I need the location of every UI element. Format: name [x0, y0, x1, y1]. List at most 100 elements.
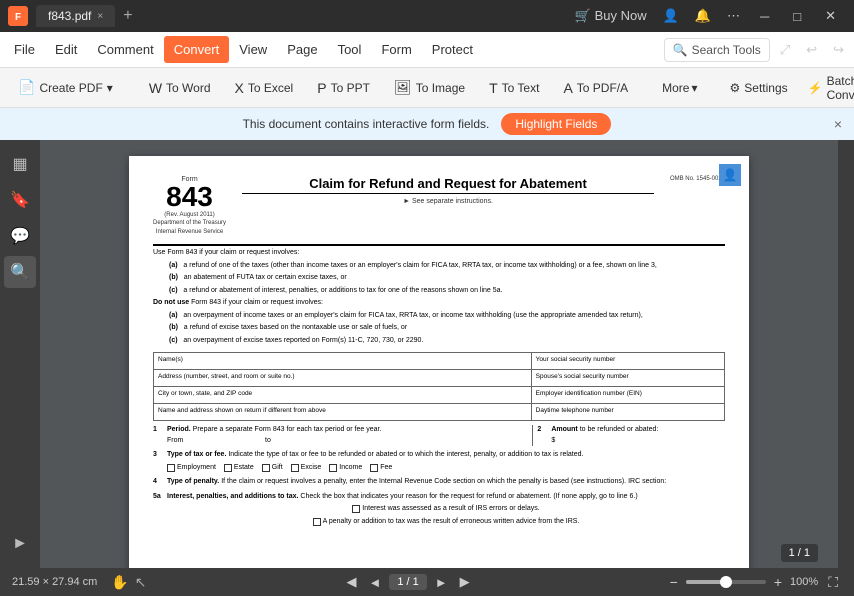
close-window-button[interactable]: ✕ [815, 4, 846, 28]
form-rev-date: (Rev. August 2011) [153, 211, 226, 219]
to-ppt-button[interactable]: P To PPT [307, 75, 380, 101]
field-spouse-ssn-label: Spouse's social security number [536, 373, 720, 380]
field-ein[interactable]: Employer identification number (EIN) [532, 387, 724, 403]
prev-page-button[interactable]: ◄ [365, 575, 386, 590]
sidebar-search-button[interactable]: 🔍 [4, 256, 36, 288]
field-daytime-phone[interactable]: Daytime telephone number [532, 404, 724, 420]
menu-edit[interactable]: Edit [45, 36, 87, 63]
page-overlay-text: 1 / 1 [789, 547, 810, 559]
batch-convert-button[interactable]: ⚡ Batch Conve... [800, 69, 854, 107]
field-name-return[interactable]: Name and address shown on return if diff… [154, 404, 532, 420]
search-tools-button[interactable]: 🔍 Search Tools [664, 38, 770, 62]
field-city[interactable]: City or town, state, and ZIP code [154, 387, 532, 403]
section-row-1-2: 1 Period. Prepare a separate Form 843 fo… [153, 425, 725, 446]
settings-label: Settings [744, 81, 787, 95]
notification-close-button[interactable]: × [834, 116, 842, 132]
checkbox-irs-errors[interactable]: Interest was assessed as a result of IRS… [352, 504, 539, 515]
next-page-button[interactable]: ► [431, 575, 452, 590]
checkbox-income[interactable]: Income [329, 463, 362, 474]
close-tab-button[interactable]: × [97, 11, 103, 22]
field-spouse-ssn[interactable]: Spouse's social security number [532, 370, 724, 386]
checkbox-erroneous-advice[interactable]: A penalty or addition to tax was the res… [313, 517, 580, 528]
more-button[interactable]: More ▾ [654, 76, 705, 100]
zoom-slider-thumb[interactable] [720, 576, 732, 588]
section-3-row: 3 Type of tax or fee. Indicate the type … [153, 450, 725, 473]
menu-protect[interactable]: Protect [422, 36, 483, 63]
checkbox-estate[interactable]: Estate [224, 463, 254, 474]
account-button[interactable]: 👤 [657, 4, 685, 28]
menu-tool[interactable]: Tool [328, 36, 372, 63]
minimize-button[interactable]: ─ [750, 5, 779, 28]
menu-page[interactable]: Page [277, 36, 327, 63]
buy-now-button[interactable]: 🛒 Buy Now [569, 4, 653, 28]
cb-erroneous-box[interactable] [313, 518, 321, 526]
active-tab[interactable]: f843.pdf × [36, 5, 115, 27]
form-title-block: Claim for Refund and Request for Abateme… [242, 176, 654, 205]
pdf-viewer[interactable]: 👤 Form 843 (Rev. August 2011) Department… [40, 140, 838, 568]
zoom-out-button[interactable]: − [668, 574, 680, 590]
zoom-slider[interactable] [686, 580, 766, 584]
sidebar-bookmark-button[interactable]: 🔖 [4, 184, 36, 216]
checkbox-excise[interactable]: Excise [291, 463, 322, 474]
create-pdf-button[interactable]: 📄 Create PDF ▾ [8, 74, 123, 101]
to-pdfa-button[interactable]: A To PDF/A [553, 75, 638, 101]
to-word-label: To Word [166, 81, 210, 95]
tax-type-checkboxes: Employment Estate Gift Excise Income Fee [167, 463, 725, 474]
cb-income-label: Income [339, 463, 362, 474]
last-page-button[interactable]: ▶ [456, 574, 474, 590]
document-dimensions: 21.59 × 27.94 cm [12, 576, 97, 588]
add-tab-button[interactable]: + [119, 7, 136, 25]
sidebar-comment-button[interactable]: 💬 [4, 220, 36, 252]
to-word-button[interactable]: W To Word [139, 75, 221, 101]
cb-fee-box[interactable] [370, 464, 378, 472]
cb-estate-box[interactable] [224, 464, 232, 472]
menu-convert[interactable]: Convert [164, 36, 230, 63]
fit-page-button[interactable]: ⛶ [824, 574, 842, 591]
share-button[interactable]: ⤢ [774, 38, 796, 62]
select-tool-button[interactable]: ↖ [133, 572, 149, 593]
create-pdf-label: Create PDF [39, 81, 102, 95]
highlight-fields-button[interactable]: Highlight Fields [501, 113, 611, 135]
menu-comment[interactable]: Comment [87, 36, 163, 63]
menu-file[interactable]: File [4, 36, 45, 63]
sidebar-thumbnail-button[interactable]: ▦ [4, 148, 36, 180]
batch-convert-icon: ⚡ [808, 81, 823, 95]
more-options-button[interactable]: ⋯ [721, 4, 746, 28]
field-row-city: City or town, state, and ZIP code Employ… [154, 387, 724, 404]
menu-form[interactable]: Form [371, 36, 421, 63]
redo-button[interactable]: ↪ [827, 38, 850, 62]
right-sidebar-handle[interactable] [838, 140, 854, 568]
undo-button[interactable]: ↩ [800, 38, 823, 62]
field-address[interactable]: Address (number, street, and room or sui… [154, 370, 532, 386]
to-text-button[interactable]: T To Text [479, 75, 549, 101]
section-1-label: Period. [167, 426, 191, 433]
section-1-content: Period. Prepare a separate Form 843 for … [167, 425, 528, 446]
cb-irs-errors-box[interactable] [352, 505, 360, 513]
notification-button[interactable]: 🔔 [689, 4, 717, 28]
create-pdf-dropdown-icon[interactable]: ▾ [107, 81, 113, 95]
cb-income-box[interactable] [329, 464, 337, 472]
checkbox-gift[interactable]: Gift [262, 463, 283, 474]
page-bookmark-button[interactable]: 👤 [719, 164, 741, 186]
to-image-button[interactable]: 🖼 To Image [384, 74, 475, 101]
checkbox-fee[interactable]: Fee [370, 463, 392, 474]
section-2-content: Amount to be refunded or abated:$ [551, 425, 725, 446]
field-ssn[interactable]: Your social security number [532, 353, 724, 369]
form-number: 843 [153, 183, 226, 211]
first-page-button[interactable]: ◀ [343, 574, 361, 590]
checkbox-employment[interactable]: Employment [167, 463, 216, 474]
to-excel-button[interactable]: X To Excel [225, 75, 304, 101]
field-name[interactable]: Name(s) [154, 353, 532, 369]
section-3-content: Type of tax or fee. Indicate the type of… [167, 450, 725, 473]
cb-gift-box[interactable] [262, 464, 270, 472]
sidebar-collapse-button[interactable]: ► [4, 528, 36, 560]
settings-button[interactable]: ⚙ Settings [722, 76, 796, 100]
form-dept-line1: Department of the Treasury [153, 219, 226, 227]
form-separator [153, 244, 725, 246]
maximize-button[interactable]: □ [783, 5, 811, 28]
cb-excise-box[interactable] [291, 464, 299, 472]
cb-employment-box[interactable] [167, 464, 175, 472]
hand-tool-button[interactable]: ✋ [109, 572, 130, 593]
menu-view[interactable]: View [229, 36, 277, 63]
zoom-in-button[interactable]: + [772, 574, 784, 590]
